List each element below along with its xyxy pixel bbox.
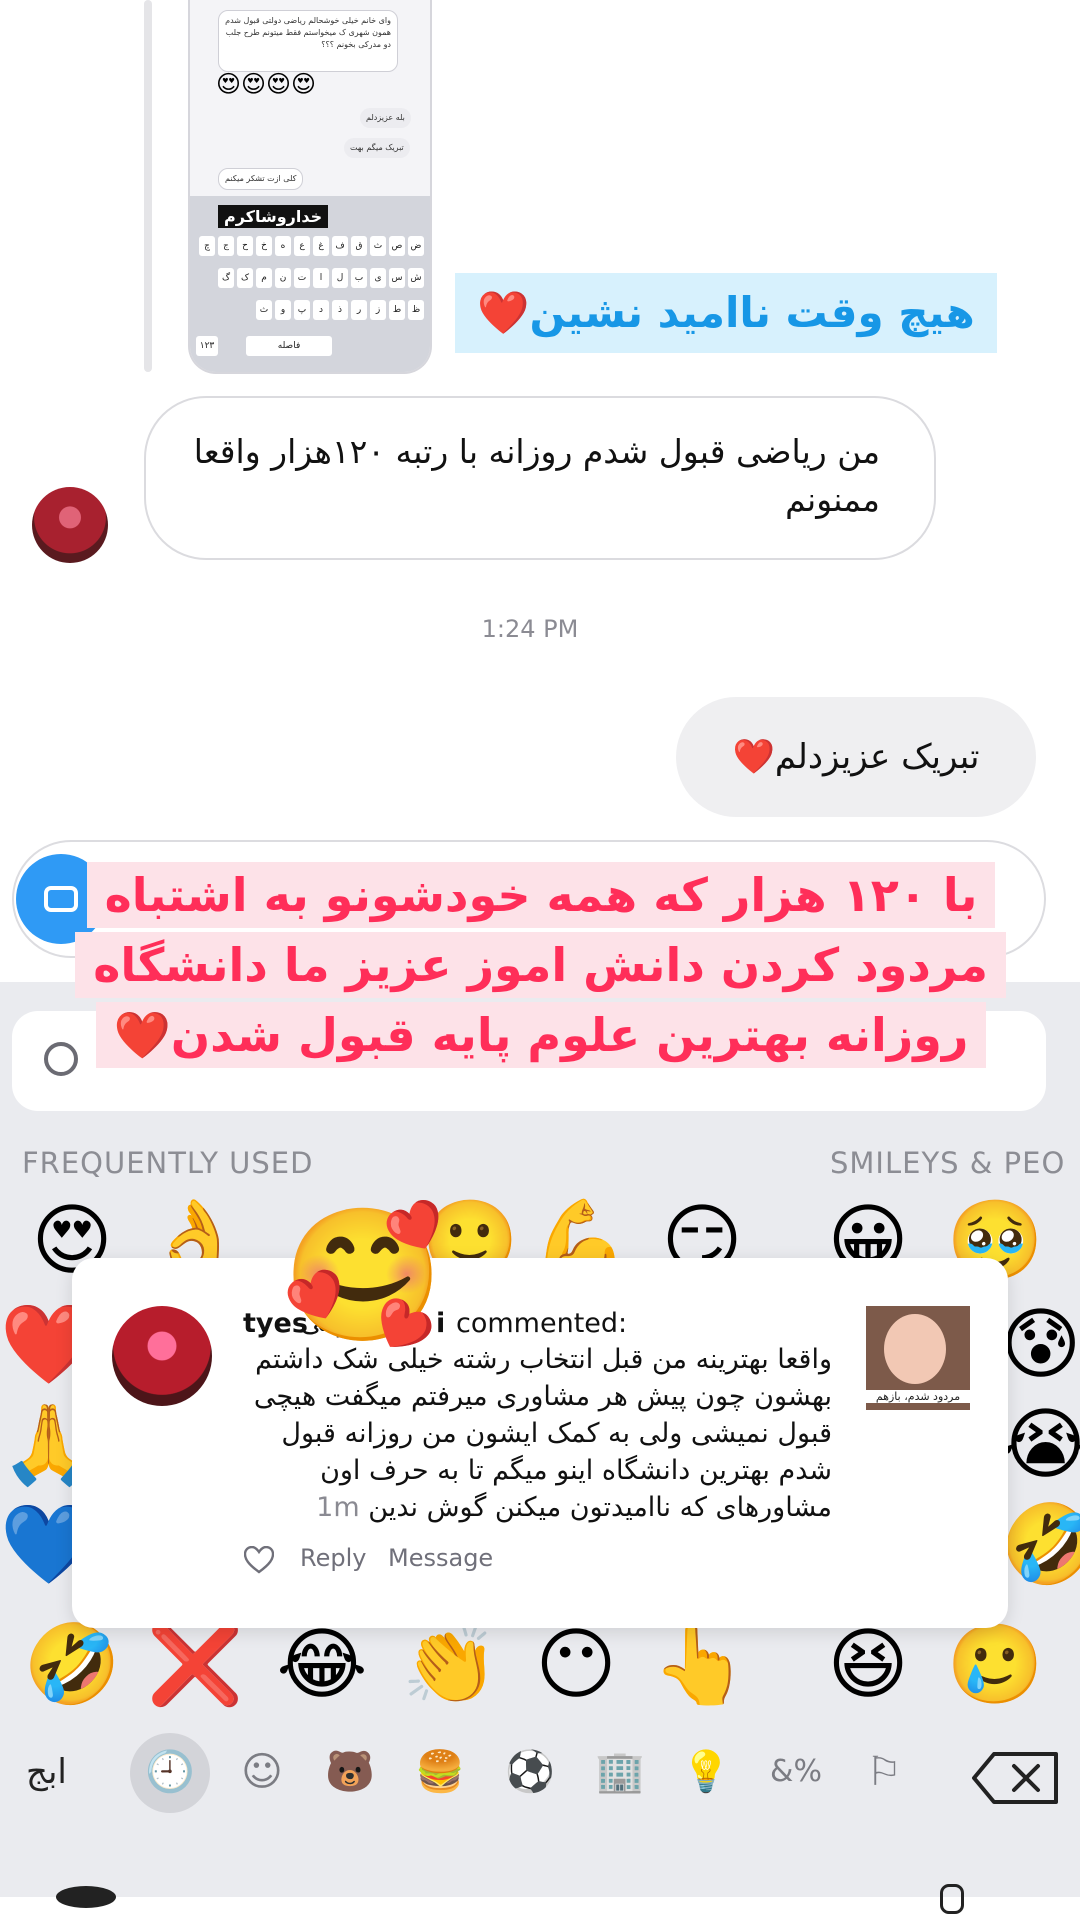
thumb-caption: خداروشاکرم — [218, 205, 329, 228]
thumb-key: ذ — [332, 300, 348, 320]
recent-icon[interactable]: 🕘 — [140, 1742, 200, 1802]
bottom-globe-icon[interactable] — [56, 1886, 116, 1908]
thumb-reply-bubble: تبریک میگم بهت — [344, 138, 410, 158]
thumb-key: ی — [370, 268, 386, 288]
thumb-key: س — [389, 268, 405, 288]
section-smileys: SMILEYS & PEO — [830, 1146, 1066, 1180]
thumb-incoming-bubble: وای خانم خیلی خوشحالم ریاضی دولتی قبول ش… — [218, 10, 398, 72]
emoji-key[interactable]: 🙏 — [0, 1400, 80, 1490]
thumb-key: ق — [351, 236, 367, 256]
post-thumbnail-label: مردود شدم، بازهم — [866, 1390, 970, 1403]
thumb-key: ض — [408, 236, 424, 256]
emoji-key[interactable]: ❌ — [145, 1620, 245, 1710]
thumb-key: پ — [294, 300, 310, 320]
emoji-key[interactable]: 🤣 — [1000, 1500, 1080, 1590]
emoji-key[interactable]: ❤️ — [0, 1300, 80, 1390]
thumb-key: چ — [199, 236, 215, 256]
emoji-key[interactable]: 👏 — [400, 1620, 500, 1710]
food-icon[interactable]: 🍔 — [410, 1742, 470, 1802]
thumb-key: و — [275, 300, 291, 320]
heart-icon[interactable] — [244, 1546, 274, 1574]
thumb-key: ن — [275, 268, 291, 288]
emoji-key[interactable]: 👆 — [650, 1620, 750, 1710]
overlay-caption-text: با ۱۲۰ هزار که همه خودشونو به اشتباه مرد… — [75, 862, 1006, 1068]
thumb-key: گ — [218, 268, 234, 288]
thumb-key: خ — [256, 236, 272, 256]
thumb-key: د — [313, 300, 329, 320]
thumb-key: م — [256, 268, 272, 288]
overlay-caption: هیچ وقت ناامید نشین❤️ — [455, 273, 997, 353]
delete-icon[interactable] — [970, 1750, 1062, 1806]
thumb-key: ا — [313, 268, 329, 288]
overlay-caption-pink: با ۱۲۰ هزار که همه خودشونو به اشتباه مرد… — [75, 860, 1006, 1070]
thumb-key: ط — [389, 300, 405, 320]
search-icon — [44, 1042, 78, 1076]
shared-screenshot[interactable]: وای خانم خیلی خوشحالم ریاضی دولتی قبول ش… — [188, 0, 432, 374]
thumb-key: ر — [351, 300, 367, 320]
emoji-key[interactable]: 😶 — [526, 1620, 626, 1710]
section-frequently-used: FREQUENTLY USED — [22, 1146, 314, 1180]
travel-icon[interactable]: 🏢 — [590, 1742, 650, 1802]
activity-icon[interactable]: ⚽ — [500, 1742, 560, 1802]
thumb-space-key: فاصله — [246, 336, 332, 356]
incoming-message-bubble[interactable]: من ریاضی قبول شدم روزانه با رتبه ۱۲۰هزار… — [144, 396, 936, 560]
comment-time: 1m — [316, 1492, 360, 1523]
smiling-face-hearts-sticker: 🥰 — [282, 1199, 444, 1351]
flag-icon[interactable]: ⚐ — [854, 1742, 914, 1802]
thumb-key: ت — [294, 268, 310, 288]
thumb-key: ع — [294, 236, 310, 256]
abc-key[interactable]: ابج — [26, 1752, 67, 1792]
thumb-key: ز — [370, 300, 386, 320]
message-timestamp: 1:24 PM — [481, 615, 579, 643]
thumb-key: ص — [389, 236, 405, 256]
symbol-icon[interactable]: &% — [766, 1742, 826, 1802]
thumb-key: ه — [275, 236, 291, 256]
emoji-key[interactable]: 😰 — [1000, 1300, 1080, 1390]
thumb-reply-bubble: بله عزیزدلم — [360, 108, 411, 128]
animal-icon[interactable]: 🐻 — [320, 1742, 380, 1802]
message-button[interactable]: Message — [388, 1544, 493, 1572]
thumb-key: غ — [313, 236, 329, 256]
reply-thread-line — [144, 0, 152, 372]
thumb-key: ب — [351, 268, 367, 288]
outgoing-message-bubble[interactable]: تبریک عزیزدلم❤️ — [676, 697, 1036, 817]
emoji-key[interactable]: 😂 — [272, 1620, 372, 1710]
thumb-numbers-key: ۱۲۳ — [196, 336, 218, 356]
smiley-icon[interactable]: ☺ — [232, 1742, 292, 1802]
microphone-icon[interactable] — [940, 1884, 964, 1914]
object-icon[interactable]: 💡 — [676, 1742, 736, 1802]
thumb-key: ث — [370, 236, 386, 256]
thumb-key: ث — [256, 300, 272, 320]
thumb-heart-eyes-emoji: 😍😍😍😍 — [216, 70, 317, 98]
emoji-key[interactable]: 🥲 — [945, 1620, 1045, 1710]
thumb-key: ظ — [408, 300, 424, 320]
reply-button[interactable]: Reply — [300, 1544, 366, 1572]
commenter-avatar[interactable] — [112, 1306, 212, 1406]
thumb-key: ک — [237, 268, 253, 288]
emoji-key[interactable]: 🤣 — [22, 1620, 122, 1710]
emoji-key[interactable]: 😆 — [818, 1620, 918, 1710]
thumb-key: ف — [332, 236, 348, 256]
thumb-key: ش — [408, 268, 424, 288]
thumb-thanks-bubble: کلی ازت تشکر میکنم — [218, 168, 304, 190]
thumb-key: ج — [218, 236, 234, 256]
emoji-key[interactable]: 💙 — [0, 1500, 80, 1590]
thumb-key: ل — [332, 268, 348, 288]
thumb-key: ح — [237, 236, 253, 256]
sender-avatar[interactable] — [32, 487, 108, 563]
emoji-key[interactable]: 😭 — [1000, 1400, 1080, 1490]
